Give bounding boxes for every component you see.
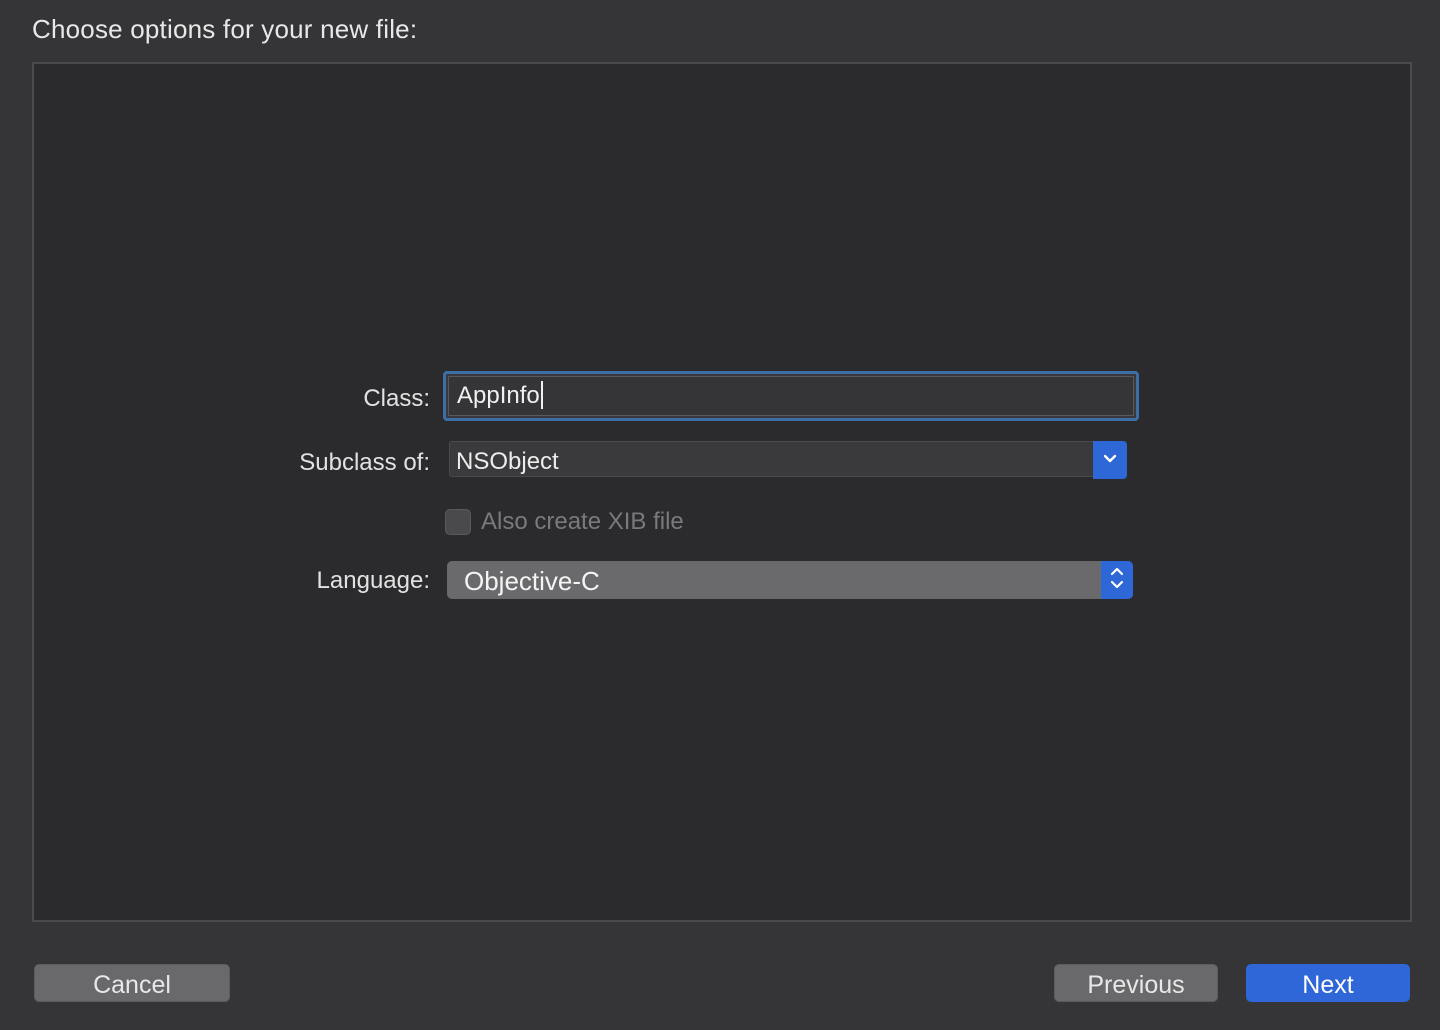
language-label: Language: — [316, 567, 430, 594]
up-down-chevrons-icon — [1109, 564, 1125, 597]
class-name-field[interactable]: AppInfo — [443, 371, 1139, 421]
subclass-dropdown-button[interactable] — [1093, 441, 1127, 479]
class-name-input[interactable]: AppInfo — [448, 376, 1134, 416]
previous-button[interactable]: Previous — [1054, 964, 1218, 1002]
class-name-value: AppInfo — [457, 382, 540, 409]
class-label: Class: — [363, 385, 430, 412]
text-caret — [540, 381, 543, 409]
subclass-label: Subclass of: — [299, 449, 430, 476]
xib-checkbox[interactable] — [445, 509, 471, 535]
next-button[interactable]: Next — [1246, 964, 1410, 1002]
language-popup-button[interactable]: Objective-C — [447, 561, 1133, 599]
dialog-heading: Choose options for your new file: — [32, 14, 418, 44]
xib-checkbox-row[interactable]: Also create XIB file — [445, 507, 684, 537]
subclass-value[interactable]: NSObject — [456, 442, 559, 482]
options-panel — [32, 62, 1412, 922]
language-popup-arrows[interactable] — [1101, 561, 1133, 599]
chevron-down-icon — [1103, 451, 1117, 469]
cancel-button[interactable]: Cancel — [34, 964, 230, 1002]
language-value: Objective-C — [464, 566, 600, 596]
subclass-combo-box[interactable]: NSObject — [449, 441, 1127, 479]
xib-checkbox-label: Also create XIB file — [481, 508, 684, 535]
new-file-options-dialog: Choose options for your new file: Class:… — [0, 0, 1440, 1030]
